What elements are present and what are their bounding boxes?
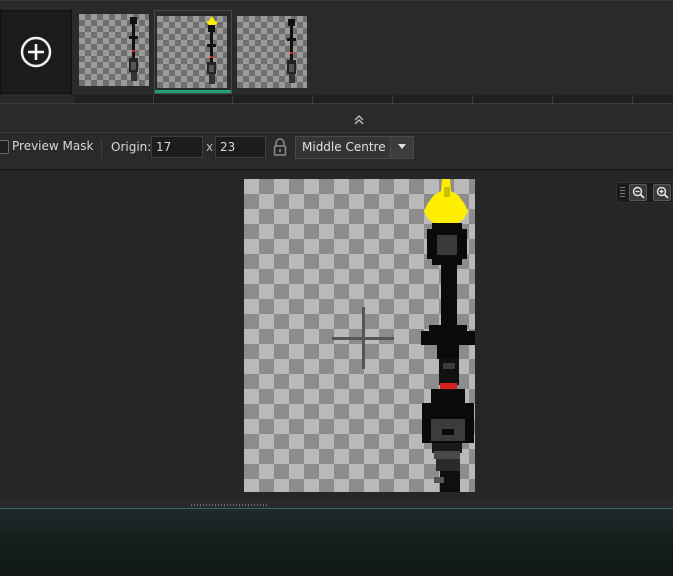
- zoom-out-button[interactable]: [629, 184, 647, 201]
- grip-icon[interactable]: [620, 187, 625, 198]
- timeline-tick: [632, 95, 633, 103]
- red-gem: [440, 383, 457, 389]
- zoom-in-icon: [656, 186, 669, 199]
- frame-thumbnail-1[interactable]: [79, 14, 149, 86]
- timeline-tick: [153, 95, 154, 103]
- panel-splitter[interactable]: [0, 500, 673, 508]
- origin-separator: x: [206, 140, 214, 154]
- plus-circle-icon: [20, 36, 52, 68]
- flame-pixel-art: [424, 179, 468, 223]
- origin-y-input[interactable]: 23: [215, 136, 266, 158]
- sprite-preview-icon: [287, 19, 296, 83]
- crosshair-icon[interactable]: [332, 307, 394, 369]
- splitter-grip[interactable]: [191, 504, 267, 506]
- selected-frame-indicator: [155, 90, 231, 93]
- preview-mask-label[interactable]: Preview Mask: [12, 139, 93, 153]
- frame-timeline-track[interactable]: [74, 95, 673, 103]
- sprite-image: [332, 179, 475, 492]
- timeline-tick: [552, 95, 553, 103]
- preview-mask-checkbox[interactable]: [0, 140, 9, 154]
- add-frame-button[interactable]: [0, 10, 72, 94]
- zoom-out-icon: [632, 186, 645, 199]
- divider: [0, 0, 673, 1]
- timeline-tick: [392, 95, 393, 103]
- origin-x-input[interactable]: 17: [151, 136, 203, 158]
- zoom-in-button[interactable]: [653, 184, 671, 201]
- timeline-tick: [472, 95, 473, 103]
- panel-splitter[interactable]: [0, 104, 673, 133]
- origin-anchor-dropdown-button[interactable]: [390, 137, 413, 158]
- frame-thumbnail-3[interactable]: [237, 16, 307, 88]
- bottom-panel: [0, 508, 673, 576]
- chevron-down-icon: [398, 144, 406, 149]
- sprite-preview-icon: [206, 16, 218, 84]
- sprite-preview-icon: [129, 17, 138, 81]
- origin-anchor-select[interactable]: Middle Centre: [295, 136, 414, 159]
- lock-icon[interactable]: [273, 138, 287, 156]
- divider: [101, 139, 102, 159]
- origin-label: Origin:: [111, 140, 152, 154]
- sprite-canvas[interactable]: [244, 179, 475, 492]
- zoom-toolbar: [616, 182, 673, 203]
- origin-anchor-value: Middle Centre: [302, 140, 386, 154]
- timeline-tick: [232, 95, 233, 103]
- frame-thumbnail-2[interactable]: [157, 16, 227, 88]
- double-chevron-up-icon[interactable]: [354, 115, 364, 125]
- timeline-tick: [312, 95, 313, 103]
- frame-strip: [0, 0, 673, 104]
